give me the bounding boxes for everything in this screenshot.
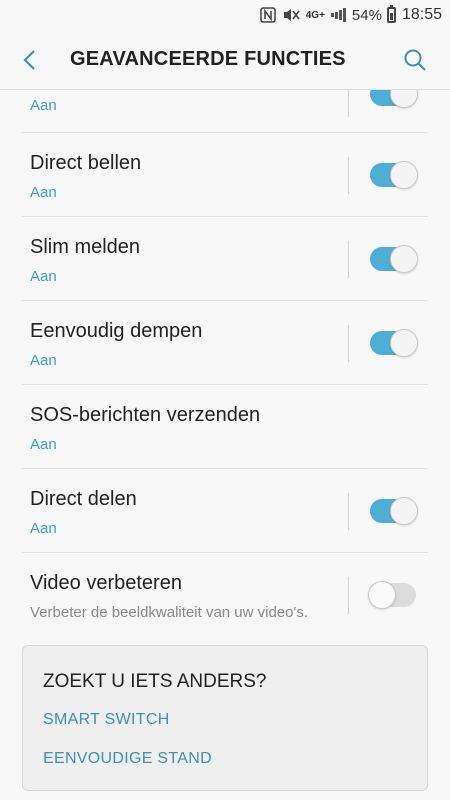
search-icon — [404, 49, 426, 71]
network-type: 4G+ — [305, 9, 325, 21]
setting-row-eenvoudig-dempen[interactable]: Eenvoudig dempen Aan — [22, 301, 428, 385]
setting-row-slim-melden[interactable]: Slim melden Aan — [22, 217, 428, 301]
toggle-knob — [390, 497, 418, 525]
row-divider — [348, 157, 349, 194]
row-divider — [348, 241, 349, 278]
toggle-knob — [368, 581, 396, 609]
setting-title: Slim melden — [30, 236, 141, 258]
clock: 18:55 — [401, 6, 442, 23]
setting-row-sos-berichten[interactable]: SOS-berichten verzenden Aan — [22, 385, 428, 469]
row-divider — [348, 577, 349, 614]
setting-status: Aan — [30, 97, 57, 114]
setting-status: Aan — [30, 184, 57, 201]
direct-delen-toggle[interactable] — [370, 497, 418, 525]
battery-icon — [386, 5, 396, 23]
toggle-knob — [390, 329, 418, 357]
direct-bellen-toggle[interactable] — [370, 161, 418, 189]
setting-row-direct-delen[interactable]: Direct delen Aan — [22, 469, 428, 553]
row-divider — [348, 325, 349, 362]
page-title: GEAVANCEERDE FUNCTIES — [70, 48, 346, 70]
mute-icon — [282, 7, 300, 23]
eenvoudig-dempen-toggle[interactable] — [370, 329, 418, 357]
smart-switch-link[interactable]: SMART SWITCH — [43, 711, 170, 729]
setting-toggle[interactable] — [370, 90, 418, 108]
signal-icon — [330, 8, 346, 22]
toggle-knob — [390, 161, 418, 189]
setting-status: Aan — [30, 352, 57, 369]
toggle-knob — [390, 90, 418, 108]
toggle-knob — [390, 245, 418, 273]
chevron-left-icon — [23, 49, 35, 70]
video-verbeteren-toggle[interactable] — [368, 581, 416, 609]
settings-list: Aan Direct bellen Aan Slim melden Aan Ee… — [22, 90, 428, 637]
setting-description: Verbeter de beeldkwaliteit van uw video'… — [30, 604, 309, 621]
row-divider — [348, 493, 349, 530]
setting-title: SOS-berichten verzenden — [30, 404, 261, 426]
setting-status: Aan — [30, 268, 57, 285]
battery-percentage: 54% — [351, 6, 382, 24]
setting-title: Direct delen — [30, 488, 137, 510]
setting-status: Aan — [30, 520, 57, 537]
back-button[interactable] — [0, 30, 60, 90]
card-title: ZOEKT U IETS ANDERS? — [43, 671, 267, 692]
nfc-icon — [259, 7, 276, 23]
search-button[interactable] — [398, 43, 432, 77]
setting-title: Eenvoudig dempen — [30, 320, 203, 342]
setting-status: Aan — [30, 436, 57, 453]
setting-row-partial[interactable]: Aan — [22, 90, 428, 133]
setting-title: Video verbeteren — [30, 572, 182, 594]
setting-row-video-verbeteren[interactable]: Video verbeteren Verbeter de beeldkwalit… — [22, 553, 428, 637]
setting-title: Direct bellen — [30, 152, 142, 174]
row-divider — [348, 90, 349, 117]
suggestion-card: ZOEKT U IETS ANDERS? SMART SWITCH EENVOU… — [22, 645, 428, 791]
status-bar: 4G+ 54% 18:55 — [0, 0, 450, 30]
slim-melden-toggle[interactable] — [370, 245, 418, 273]
eenvoudige-stand-link[interactable]: EENVOUDIGE STAND — [43, 750, 212, 768]
setting-row-direct-bellen[interactable]: Direct bellen Aan — [22, 133, 428, 217]
app-bar: GEAVANCEERDE FUNCTIES — [0, 30, 450, 90]
